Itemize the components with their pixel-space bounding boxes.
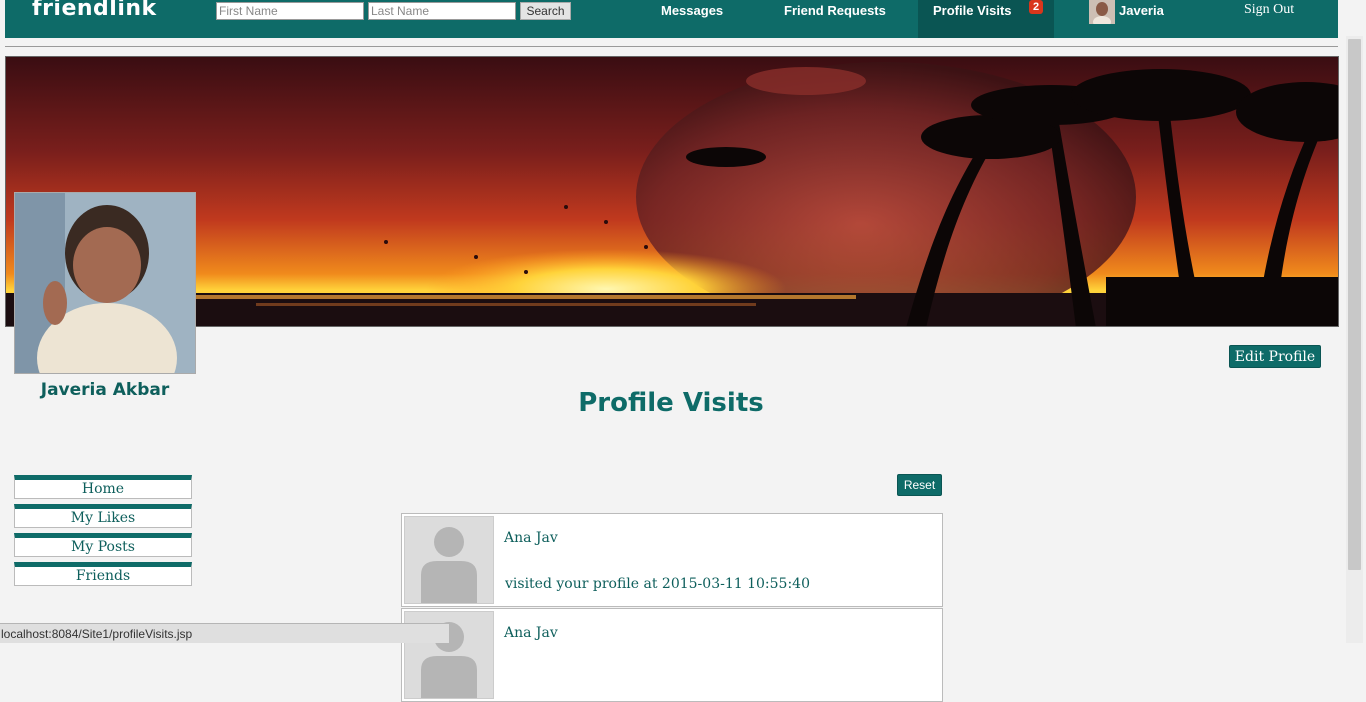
header-divider: [5, 46, 1338, 47]
browser-status-bar: localhost:8084/Site1/profileVisits.jsp: [0, 623, 450, 643]
nav-user-link[interactable]: Javeria: [1119, 3, 1164, 18]
default-avatar-icon[interactable]: [404, 516, 494, 604]
brand-logo[interactable]: friendlink: [32, 0, 157, 21]
page-title: Profile Visits: [578, 388, 764, 418]
user-avatar[interactable]: [1089, 0, 1115, 24]
last-name-input[interactable]: [368, 2, 516, 20]
sidebar-menu: Home My Likes My Posts Friends: [14, 475, 192, 591]
profile-photo[interactable]: [14, 192, 196, 374]
scrollbar-thumb[interactable]: [1348, 39, 1361, 570]
sidebar-item-home[interactable]: Home: [14, 475, 192, 499]
visit-text: visited your profile at 2015-03-11 10:55…: [505, 576, 810, 592]
edit-profile-button[interactable]: Edit Profile: [1229, 345, 1321, 368]
first-name-input[interactable]: [216, 2, 364, 20]
cover-photo: [5, 56, 1339, 327]
sidebar-item-my-posts[interactable]: My Posts: [14, 533, 192, 557]
nav-messages-link[interactable]: Messages: [661, 3, 723, 18]
top-navbar: friendlink Search Messages Friend Reques…: [5, 0, 1338, 38]
sidebar-item-friends[interactable]: Friends: [14, 562, 192, 586]
visit-card: Ana Jav visited your profile at 2015-03-…: [401, 513, 943, 607]
visitor-name[interactable]: Ana Jav: [504, 530, 558, 546]
nav-friend-requests-link[interactable]: Friend Requests: [784, 3, 886, 18]
page-scrollbar[interactable]: [1346, 36, 1363, 643]
sign-out-link[interactable]: Sign Out: [1244, 2, 1294, 18]
nav-profile-visits-link[interactable]: Profile Visits: [933, 3, 1012, 18]
sidebar-item-my-likes[interactable]: My Likes: [14, 504, 192, 528]
search-button[interactable]: Search: [520, 2, 571, 20]
visitor-name[interactable]: Ana Jav: [504, 625, 558, 641]
profile-name[interactable]: Javeria Akbar: [14, 380, 196, 400]
visit-card: Ana Jav: [401, 608, 943, 702]
profile-visits-badge: 2: [1029, 0, 1043, 14]
reset-button[interactable]: Reset: [897, 474, 942, 496]
